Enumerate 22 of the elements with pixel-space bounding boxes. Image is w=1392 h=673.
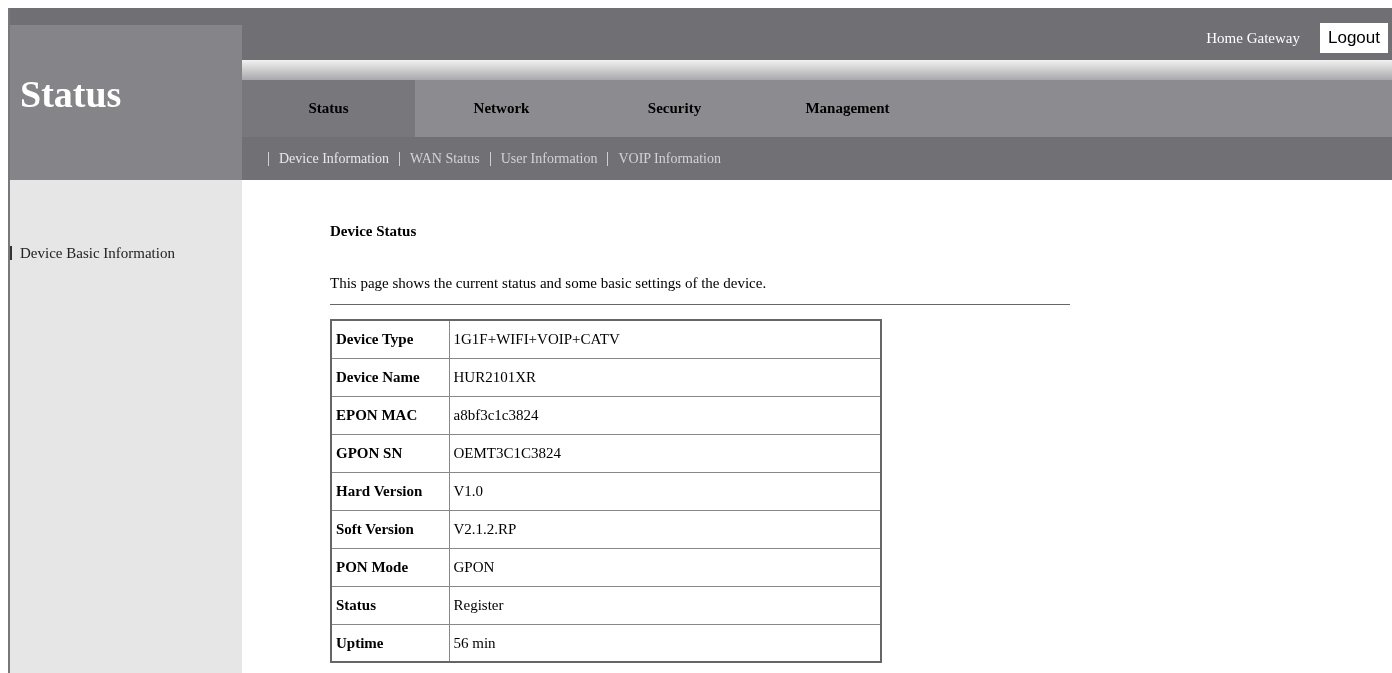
table-cell: EPON MAC — [331, 396, 449, 434]
table-cell: GPON SN — [331, 434, 449, 472]
nav-tab[interactable]: Management — [761, 80, 934, 137]
table-cell: Hard Version — [331, 472, 449, 510]
table-cell: Status — [331, 586, 449, 624]
nav-tab[interactable]: Status — [242, 80, 415, 137]
nav-tab[interactable]: Security — [588, 80, 761, 137]
subnav-link[interactable]: Device Information — [277, 148, 391, 169]
sidebar-item[interactable]: Device Basic Information — [20, 242, 175, 265]
page-title: Status — [20, 74, 122, 113]
gateway-label: Home Gateway — [1206, 28, 1300, 48]
subnav-link[interactable]: VOIP Information — [616, 148, 723, 169]
section-heading: Device Status — [330, 222, 418, 241]
subnav-link[interactable]: User Information — [498, 148, 600, 169]
table-cell: PON Mode — [331, 548, 449, 586]
nav-tab[interactable]: Network — [415, 80, 588, 137]
logout-button[interactable]: Logout — [1320, 23, 1388, 53]
table-cell: Device Type — [331, 320, 449, 358]
table-cell: Soft Version — [331, 510, 449, 548]
table-cell: Device Name — [331, 358, 449, 396]
subnav-link[interactable]: WAN Status — [408, 148, 482, 169]
description-text: This page shows the current status and some basic settings of the device. — [330, 273, 768, 293]
